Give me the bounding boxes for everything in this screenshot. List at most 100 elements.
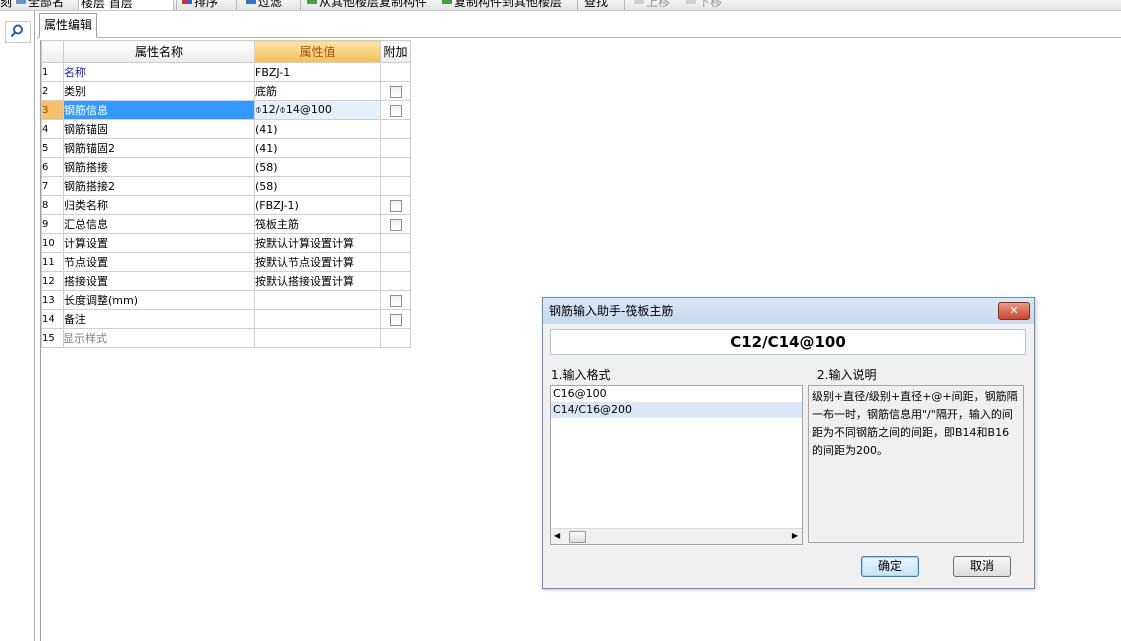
table-row[interactable]: 10 计算设置 按默认计算设置计算 — [41, 233, 411, 253]
row-number: 15 — [41, 328, 64, 348]
property-name-text: 汇总信息 — [64, 218, 109, 231]
input-format-list[interactable]: C16@100 C14/C16@200 ◀ ▶ — [550, 385, 803, 545]
property-name-cell[interactable]: 名称 — [63, 62, 255, 82]
property-name-text: 节点设置 — [64, 256, 109, 269]
property-value-cell[interactable]: (58) — [254, 157, 381, 177]
property-name-cell[interactable]: 节点设置 — [63, 252, 255, 272]
move-down-button[interactable]: 下移 — [686, 0, 722, 10]
copy-from-floor-button[interactable]: 从其他楼层复制构件 — [307, 0, 427, 10]
property-value-cell[interactable]: (FBZJ-1) — [254, 195, 381, 215]
scroll-right-icon[interactable]: ▶ — [792, 531, 798, 540]
table-row[interactable]: 9 汇总信息 筏板主筋 — [41, 214, 411, 234]
dialog-title[interactable]: 钢筋输入助手-筏板主筋 — [543, 298, 1034, 324]
move-up-button[interactable]: 上移 — [634, 0, 670, 10]
scroll-thumb[interactable] — [569, 531, 586, 543]
property-name-cell[interactable]: 钢筋搭接2 — [63, 176, 255, 196]
property-name-cell[interactable]: 搭接设置 — [63, 271, 255, 291]
search-button[interactable] — [5, 21, 31, 43]
table-row[interactable]: 2 类别 底筋 — [41, 81, 411, 101]
row-number: 7 — [41, 176, 64, 196]
property-value-cell[interactable]: (41) — [254, 119, 381, 139]
floor-select[interactable]: 楼层 首层 — [78, 0, 174, 10]
property-name-cell[interactable]: 钢筋锚固2 — [63, 138, 255, 158]
grid-header-row: 属性名称 属性值 附加 — [41, 40, 411, 63]
table-row[interactable]: 13 长度调整(mm) — [41, 290, 411, 310]
extra-checkbox[interactable] — [389, 218, 402, 231]
toolbar-item-rename-all[interactable]: 全部名 — [16, 0, 64, 10]
property-value-cell[interactable]: FBZJ-1 — [254, 62, 381, 82]
property-value-cell[interactable] — [254, 290, 381, 310]
filter-button[interactable]: 过滤 — [246, 0, 282, 10]
extra-checkbox[interactable] — [389, 85, 402, 98]
extra-cell — [380, 100, 411, 120]
table-row[interactable]: 11 节点设置 按默认节点设置计算 — [41, 252, 411, 272]
find-button[interactable]: 查找 — [584, 0, 608, 10]
table-row[interactable]: 7 钢筋搭接2 (58) — [41, 176, 411, 196]
table-row[interactable]: 12 搭接设置 按默认搭接设置计算 — [41, 271, 411, 291]
property-name-cell[interactable]: 类别 — [63, 81, 255, 101]
extra-checkbox[interactable] — [389, 104, 402, 117]
extra-header[interactable]: 附加 — [380, 40, 411, 63]
property-name-cell[interactable]: +显示样式 — [63, 328, 255, 348]
extra-cell — [380, 157, 411, 177]
dialog-close-button[interactable]: ✕ — [998, 302, 1030, 320]
table-row[interactable]: 6 钢筋搭接 (58) — [41, 157, 411, 177]
extra-cell — [380, 271, 411, 291]
row-number: 13 — [41, 290, 64, 310]
table-row[interactable]: 14 备注 — [41, 309, 411, 329]
property-name-cell[interactable]: 归类名称 — [63, 195, 255, 215]
table-row[interactable]: 8 归类名称 (FBZJ-1) — [41, 195, 411, 215]
property-value-cell[interactable]: 按默认计算设置计算 — [254, 233, 381, 253]
property-name-cell[interactable]: 钢筋锚固 — [63, 119, 255, 139]
property-name-cell[interactable]: 汇总信息 — [63, 214, 255, 234]
toolbar-item-1[interactable]: 刻 — [0, 0, 12, 10]
tab-property-edit[interactable]: 属性编辑 — [39, 13, 98, 38]
toolbar-separator — [176, 0, 177, 10]
table-row[interactable]: 1 名称 FBZJ-1 — [41, 62, 411, 82]
property-value-header[interactable]: 属性值 — [254, 40, 381, 63]
property-name-cell[interactable]: 备注 — [63, 309, 255, 329]
input-description-text: 级别+直径/级别+直径+@+间距，钢筋隔一布一时，钢筋信息用"/"隔开，输入的间… — [808, 385, 1024, 543]
property-name-cell[interactable]: 钢筋信息 — [63, 100, 255, 120]
list-item[interactable]: C14/C16@200 — [551, 402, 802, 418]
extra-checkbox[interactable] — [389, 313, 402, 326]
horizontal-scrollbar[interactable]: ◀ ▶ — [551, 528, 802, 544]
scroll-left-icon[interactable]: ◀ — [554, 531, 560, 540]
extra-checkbox[interactable] — [389, 199, 402, 212]
property-value-cell[interactable]: 按默认搭接设置计算 — [254, 271, 381, 291]
table-row[interactable]: 15+显示样式 — [41, 328, 411, 348]
property-value-cell[interactable] — [254, 309, 381, 329]
property-value-cell[interactable]: 按默认节点设置计算 — [254, 252, 381, 272]
input-format-label: 1.输入格式 — [551, 368, 611, 382]
top-toolbar: 刻 全部名 楼层 首层 排序 过滤 从其他楼层复制构件 复制构件到其他楼层 查找… — [0, 0, 1121, 11]
extra-cell — [380, 233, 411, 253]
property-value-cell[interactable]: (58) — [254, 176, 381, 196]
cancel-button[interactable]: 取消 — [953, 556, 1011, 577]
property-name-cell[interactable]: 长度调整(mm) — [63, 290, 255, 310]
property-name-text: 计算设置 — [64, 237, 109, 250]
property-name-cell[interactable]: 计算设置 — [63, 233, 255, 253]
copy-from-icon — [307, 0, 317, 4]
panel-tabbar: 属性编辑 — [37, 11, 1121, 38]
extra-checkbox[interactable] — [389, 294, 402, 307]
close-icon: ✕ — [1009, 304, 1019, 317]
property-value-cell[interactable]: 筏板主筋 — [254, 214, 381, 234]
property-value-cell[interactable] — [254, 328, 381, 348]
ok-button[interactable]: 确定 — [861, 556, 919, 577]
copy-to-floor-button[interactable]: 复制构件到其他楼层 — [442, 0, 562, 10]
property-value-cell[interactable]: (41) — [254, 138, 381, 158]
sort-button[interactable]: 排序 — [182, 0, 218, 10]
property-name-text: 显示样式 — [63, 332, 108, 345]
property-name-cell[interactable]: 钢筋搭接 — [63, 157, 255, 177]
property-name-text: 钢筋搭接2 — [64, 180, 116, 193]
table-row[interactable]: 3 钢筋信息 ⌽12/⌽14@100 — [41, 100, 411, 120]
property-value-cell[interactable]: 底筋 — [254, 81, 381, 101]
property-name-header[interactable]: 属性名称 — [63, 40, 255, 63]
table-row[interactable]: 4 钢筋锚固 (41) — [41, 119, 411, 139]
property-value-cell[interactable]: ⌽12/⌽14@100 — [254, 100, 381, 120]
row-number: 8 — [41, 195, 64, 215]
rename-icon — [16, 0, 26, 4]
table-row[interactable]: 5 钢筋锚固2 (41) — [41, 138, 411, 158]
row-number: 1 — [41, 62, 64, 82]
list-item[interactable]: C16@100 — [551, 386, 802, 402]
